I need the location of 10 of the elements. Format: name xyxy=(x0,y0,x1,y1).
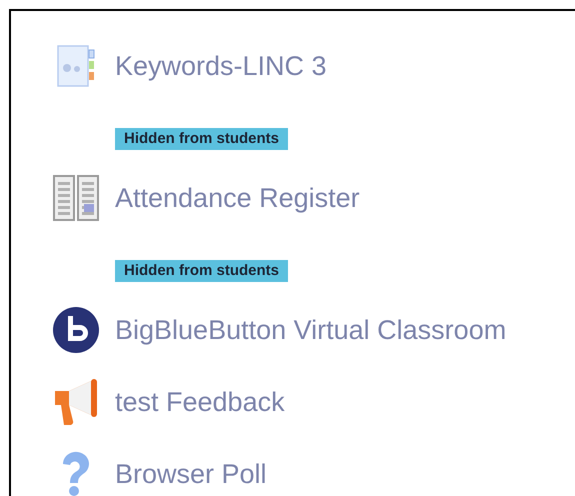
activity-link[interactable]: BigBlueButton Virtual Classroom xyxy=(115,310,506,350)
activity-link[interactable]: Browser Poll xyxy=(115,454,267,494)
circle-logo-icon xyxy=(52,306,100,354)
visibility-badge: Hidden from students xyxy=(115,128,288,150)
dictionary-icon xyxy=(56,44,96,88)
register-book-icon xyxy=(52,174,100,222)
activity-link[interactable]: test Feedback xyxy=(115,382,285,422)
activity-link[interactable]: Keywords-LINC 3 xyxy=(115,46,327,86)
visibility-badge: Hidden from students xyxy=(115,260,288,282)
activity-link[interactable]: Attendance Register xyxy=(115,178,360,218)
